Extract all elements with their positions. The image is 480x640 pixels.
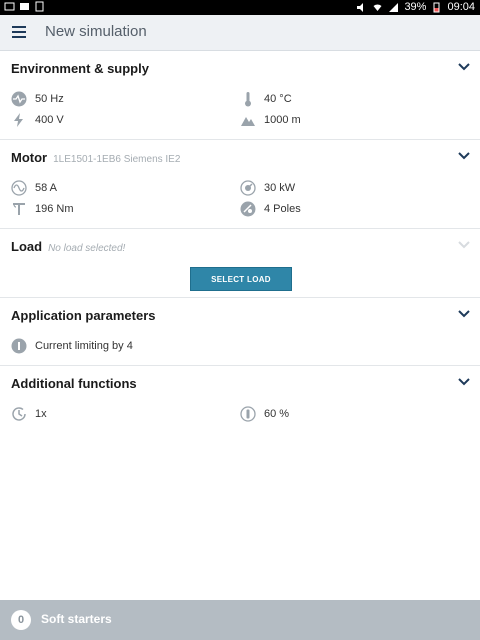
temperature-item[interactable]: 40 °C	[240, 91, 292, 107]
lightning-icon	[14, 113, 23, 127]
section-title: Load No load selected!	[11, 239, 125, 254]
frequency-icon	[11, 91, 27, 107]
battery-percent: 39%	[404, 1, 427, 13]
current-item[interactable]: 58 A	[11, 180, 57, 196]
current-limiting-value: Current limiting by 4	[35, 340, 133, 352]
poles-icon	[240, 201, 256, 217]
section-load: Load No load selected! SELECT LOAD	[0, 229, 480, 298]
clock-icon	[12, 407, 26, 421]
status-system: 39% 09:04	[356, 1, 475, 13]
motor-title: Motor	[11, 150, 48, 165]
soft-starters-label: Soft starters	[41, 612, 112, 626]
menu-icon	[12, 26, 26, 28]
section-title: Application parameters	[11, 308, 156, 323]
battery-icon	[433, 2, 440, 12]
frequency-item[interactable]: 50 Hz	[11, 91, 64, 107]
torque-value: 196 Nm	[35, 203, 74, 215]
document-icon	[35, 1, 44, 12]
soft-starters-bar[interactable]: 0 Soft starters	[0, 600, 480, 640]
section-title: Motor 1LE1501-1EB6 Siemens IE2	[11, 150, 180, 165]
section-application: Application parameters Current limiting …	[0, 298, 480, 366]
status-notifications	[4, 1, 45, 12]
starts-item[interactable]: 1x	[11, 406, 47, 422]
app-bar: New simulation	[0, 15, 480, 51]
frequency-value: 50 Hz	[35, 93, 64, 105]
section-additional: Additional functions 1x 60 %	[0, 366, 480, 436]
page-title: New simulation	[45, 23, 147, 40]
voltage-item[interactable]: 400 V	[11, 112, 64, 128]
torque-icon	[13, 203, 25, 215]
poles-item[interactable]: 4 Poles	[240, 201, 301, 217]
temperature-value: 40 °C	[264, 93, 292, 105]
altitude-item[interactable]: 1000 m	[240, 112, 301, 128]
chevron-down-icon[interactable]	[458, 378, 470, 386]
load-title: Load	[11, 239, 43, 254]
chevron-down-icon[interactable]	[458, 310, 470, 318]
power-value: 30 kW	[264, 182, 296, 194]
wifi-icon	[373, 3, 382, 11]
chevron-down-icon	[458, 241, 470, 249]
voltage-value: 400 V	[35, 114, 64, 126]
status-time: 09:04	[447, 1, 475, 13]
image-icon	[20, 3, 29, 10]
chevron-down-icon[interactable]	[458, 152, 470, 160]
select-load-button[interactable]: SELECT LOAD	[190, 267, 292, 291]
signal-icon	[389, 2, 399, 12]
status-bar: 39% 09:04	[0, 0, 480, 15]
motor-model: 1LE1501-1EB6 Siemens IE2	[53, 154, 181, 165]
current-value: 58 A	[35, 182, 58, 194]
thermometer-icon	[245, 92, 251, 107]
power-gauge-icon	[240, 180, 256, 196]
mute-icon	[357, 2, 364, 12]
sine-wave-icon	[11, 180, 27, 196]
poles-value: 4 Poles	[264, 203, 301, 215]
info-icon	[11, 338, 27, 354]
load-status: No load selected!	[48, 243, 126, 254]
section-environment: Environment & supply 50 Hz 40 °C 400 V 1…	[0, 51, 480, 140]
duty-item[interactable]: 60 %	[240, 406, 289, 422]
result-count-badge: 0	[11, 610, 31, 630]
starts-value: 1x	[35, 408, 47, 420]
menu-button[interactable]	[12, 26, 26, 38]
duty-icon	[240, 406, 256, 422]
section-title: Additional functions	[11, 376, 137, 391]
mountain-icon	[241, 117, 255, 126]
chevron-down-icon[interactable]	[458, 63, 470, 71]
torque-item[interactable]: 196 Nm	[11, 201, 74, 217]
duty-value: 60 %	[264, 408, 290, 420]
screen-icon	[4, 2, 15, 11]
current-limiting-item[interactable]: Current limiting by 4	[11, 338, 133, 354]
altitude-value: 1000 m	[264, 114, 301, 126]
section-motor: Motor 1LE1501-1EB6 Siemens IE2 58 A 30 kW…	[0, 140, 480, 229]
section-title: Environment & supply	[11, 61, 149, 76]
power-item[interactable]: 30 kW	[240, 180, 295, 196]
